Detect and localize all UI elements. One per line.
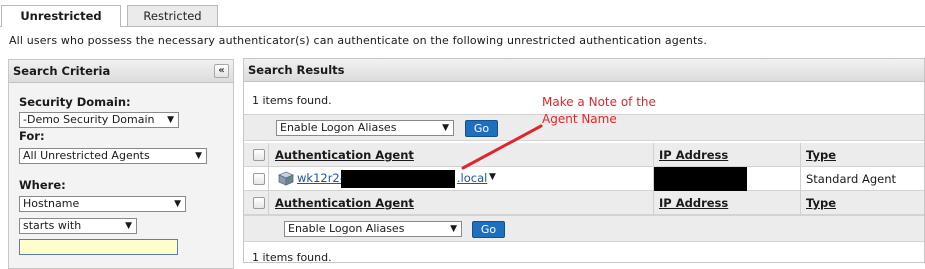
- annotation-arrow: [461, 124, 543, 170]
- tab-unrestricted[interactable]: Unrestricted: [1, 5, 121, 27]
